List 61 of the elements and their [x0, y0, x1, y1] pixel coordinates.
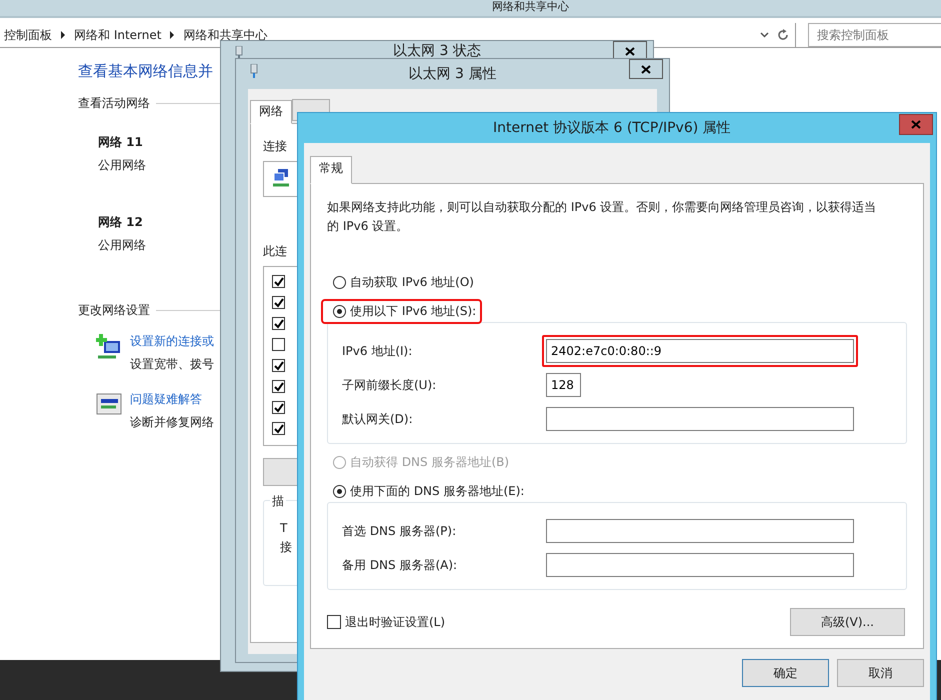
network-name: 网络 11	[98, 134, 143, 151]
text-field[interactable]	[546, 519, 854, 543]
task-link[interactable]: 设置新的连接或	[130, 333, 214, 350]
intro-text: 如果网络支持此功能，则可以自动获取分配的 IPv6 设置。否则，你需要向网络管理员咨询，以获得适当的 IPv6 设置。	[327, 199, 878, 235]
task-description: 诊断并修复网络	[130, 414, 214, 431]
page-heading: 查看基本网络信息并	[78, 62, 213, 81]
field-label: 默认网关(D):	[342, 410, 414, 428]
field-label: 此连	[263, 243, 287, 260]
field-label: IPv6 地址(I):	[342, 342, 414, 360]
tab[interactable]: 常规	[310, 156, 352, 184]
field-label: 备用 DNS 服务器(A):	[342, 556, 458, 574]
checkbox[interactable]	[272, 296, 285, 309]
group-label: 描	[270, 493, 286, 510]
close-icon	[625, 46, 635, 56]
network-adapter-icon	[272, 168, 290, 188]
task-link[interactable]: 问题疑难解答	[130, 391, 202, 408]
checkbox[interactable]	[272, 338, 285, 351]
dropdown-icon[interactable]	[760, 32, 769, 38]
field-label: 连接	[263, 138, 287, 155]
dialog-button[interactable]: 确定	[742, 659, 829, 687]
description-text: T	[280, 521, 288, 535]
text-field[interactable]: 2402:e7c0:0:80::9	[546, 339, 854, 363]
checkbox[interactable]	[272, 317, 285, 330]
network-name: 网络 12	[98, 214, 143, 231]
refresh-icon[interactable]	[777, 29, 789, 41]
tab[interactable]: 网络	[250, 100, 292, 124]
window-title: 网络和共享中心	[492, 0, 569, 15]
radio-option[interactable]: 使用下面的 DNS 服务器地址(E):	[323, 481, 528, 502]
close-icon	[641, 64, 651, 74]
plug-icon	[250, 64, 258, 78]
advanced-button[interactable]: 高级(V)...	[790, 608, 905, 636]
checkbox[interactable]	[272, 359, 285, 372]
checkbox[interactable]	[272, 401, 285, 414]
section-title: 查看活动网络	[78, 95, 150, 112]
checkbox[interactable]	[272, 275, 285, 288]
text-field[interactable]: 128	[546, 373, 581, 397]
breadcrumb-item[interactable]: 网络和共享中心	[183, 26, 268, 44]
window-title: 以太网 3 属性	[408, 65, 496, 83]
text-field[interactable]	[546, 553, 854, 577]
chevron-icon[interactable]	[60, 31, 66, 39]
chevron-icon[interactable]	[169, 31, 176, 39]
field-label: 首选 DNS 服务器(P):	[342, 522, 458, 540]
window-title: Internet 协议版本 6 (TCP/IPv6) 属性	[493, 119, 731, 137]
network-category[interactable]: 公用网络	[98, 237, 146, 254]
section-title: 更改网络设置	[78, 302, 150, 319]
close-icon	[911, 120, 921, 129]
dialog-button[interactable]: 取消	[837, 659, 924, 687]
checkbox[interactable]	[272, 380, 285, 393]
task-description: 设置宽带、拨号	[130, 356, 214, 373]
close-button[interactable]	[629, 59, 663, 79]
radio-option[interactable]: 使用以下 IPv6 地址(S):	[323, 301, 480, 322]
checkbox[interactable]	[272, 422, 285, 435]
network-category[interactable]: 公用网络	[98, 157, 146, 174]
field-label: 子网前缀长度(U):	[342, 376, 438, 394]
breadcrumb-item[interactable]: 网络和 Internet	[74, 26, 162, 44]
text-field[interactable]	[546, 407, 854, 431]
radio-option[interactable]: 自动获取 IPv6 地址(O)	[323, 272, 478, 293]
breadcrumb-item[interactable]: 控制面板	[4, 26, 52, 44]
description-text: 接	[280, 539, 292, 556]
search-field[interactable]: 搜索控制面板	[808, 23, 941, 47]
checkbox[interactable]: 退出时验证设置(L)	[327, 614, 446, 630]
